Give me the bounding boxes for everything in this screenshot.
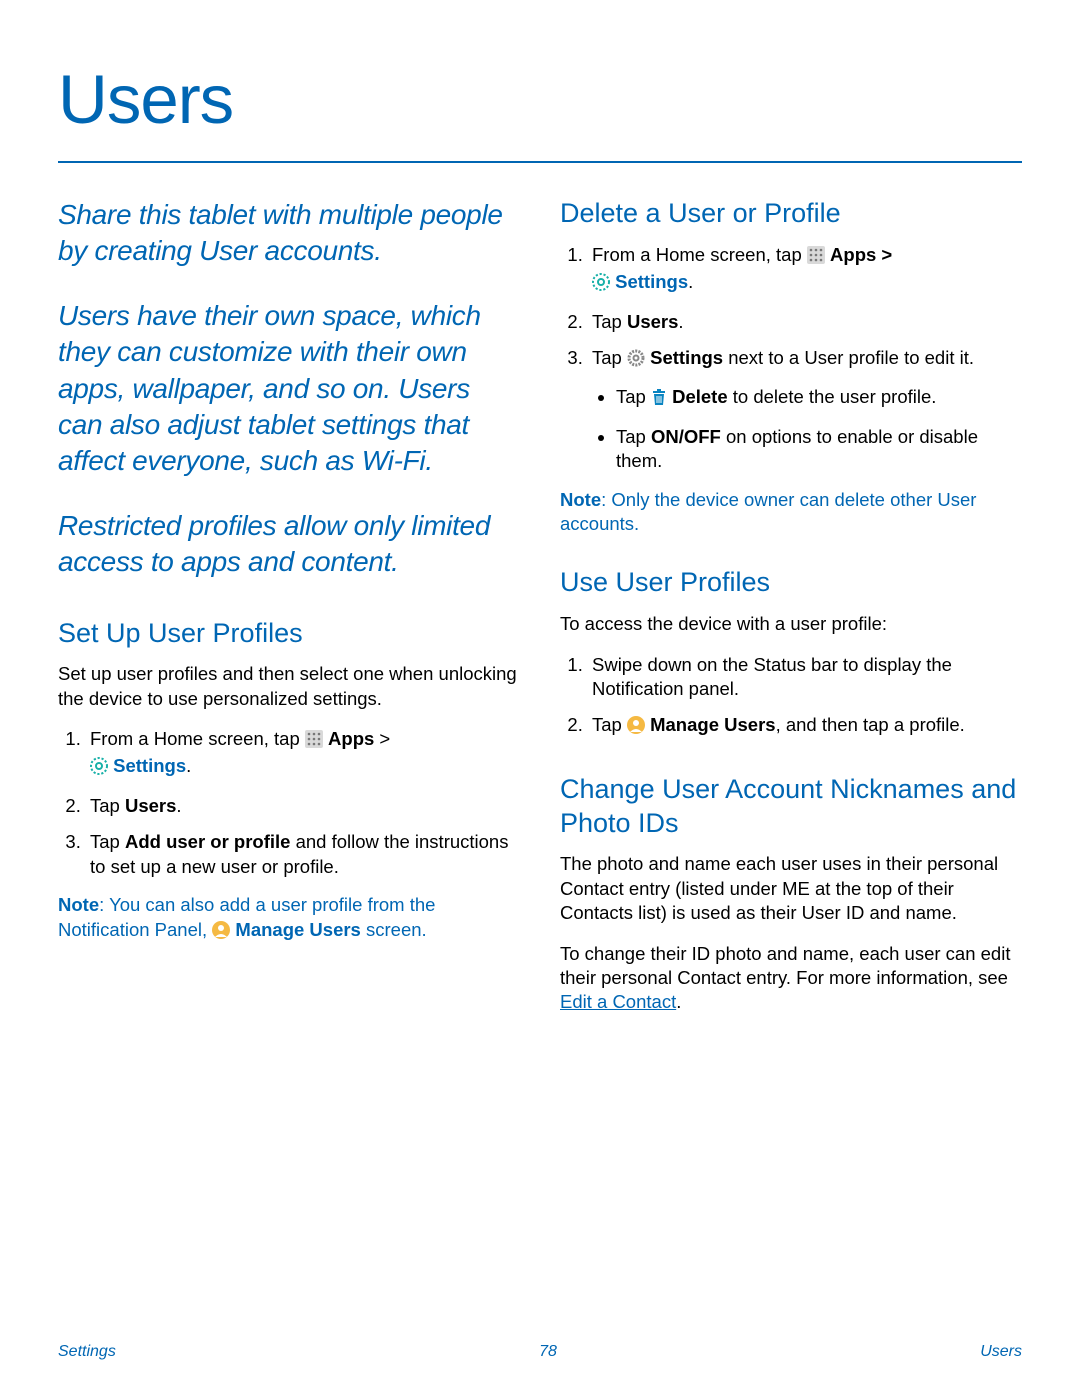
- delete-sub-1: Tap Delete to delete the user profile.: [616, 385, 1022, 412]
- columns: Share this tablet with multiple people b…: [58, 197, 1022, 1031]
- title-rule: [58, 161, 1022, 163]
- setup-step-3: Tap Add user or profile and follow the i…: [86, 830, 520, 879]
- trash-icon: [651, 388, 667, 412]
- setup-note: Note: You can also add a user profile fr…: [58, 893, 520, 945]
- delete-step-1: From a Home screen, tap Apps > Settings.: [588, 243, 1022, 298]
- edit-contact-link[interactable]: Edit a Contact: [560, 991, 676, 1012]
- gear-icon: [627, 349, 645, 373]
- apps-grid-icon: [305, 730, 323, 754]
- user-avatar-icon: [627, 716, 645, 740]
- settings-gear-icon: [592, 273, 610, 297]
- footer-page-number: 78: [539, 1343, 557, 1361]
- page-title: Users: [58, 60, 1022, 139]
- change-heading: Change User Account Nicknames and Photo …: [560, 773, 1022, 841]
- use-steps: Swipe down on the Status bar to display …: [560, 653, 1022, 741]
- change-p2: To change their ID photo and name, each …: [560, 942, 1022, 1015]
- setup-lead: Set up user profiles and then select one…: [58, 662, 520, 711]
- page-content: Users Share this tablet with multiple pe…: [0, 0, 1080, 1031]
- page-footer: Settings 78 Users: [58, 1343, 1022, 1361]
- use-heading: Use User Profiles: [560, 566, 1022, 600]
- footer-right: Users: [980, 1343, 1022, 1361]
- use-lead: To access the device with a user profile…: [560, 612, 1022, 636]
- delete-substeps: Tap Delete to delete the user profile. T…: [592, 385, 1022, 473]
- delete-note: Note: Only the device owner can delete o…: [560, 488, 1022, 537]
- setup-steps: From a Home screen, tap Apps > Settings.…: [58, 727, 520, 879]
- footer-left: Settings: [58, 1343, 116, 1361]
- change-p1: The photo and name each user uses in the…: [560, 852, 1022, 925]
- settings-gear-icon: [90, 757, 108, 781]
- left-column: Share this tablet with multiple people b…: [58, 197, 520, 1031]
- intro-paragraph-3: Restricted profiles allow only limited a…: [58, 508, 520, 581]
- intro-paragraph-1: Share this tablet with multiple people b…: [58, 197, 520, 270]
- user-avatar-icon: [212, 921, 230, 945]
- intro-paragraph-2: Users have their own space, which they c…: [58, 298, 520, 480]
- use-step-2: Tap Manage Users, and then tap a profile…: [588, 713, 1022, 740]
- delete-step-3: Tap Settings next to a User profile to e…: [588, 346, 1022, 474]
- apps-grid-icon: [807, 246, 825, 270]
- delete-steps: From a Home screen, tap Apps > Settings.…: [560, 243, 1022, 474]
- setup-step-1: From a Home screen, tap Apps > Settings.: [86, 727, 520, 782]
- delete-sub-2: Tap ON/OFF on options to enable or disab…: [616, 425, 1022, 474]
- delete-step-2: Tap Users.: [588, 310, 1022, 334]
- delete-heading: Delete a User or Profile: [560, 197, 1022, 231]
- setup-heading: Set Up User Profiles: [58, 617, 520, 651]
- right-column: Delete a User or Profile From a Home scr…: [560, 197, 1022, 1031]
- setup-step-2: Tap Users.: [86, 794, 520, 818]
- use-step-1: Swipe down on the Status bar to display …: [588, 653, 1022, 702]
